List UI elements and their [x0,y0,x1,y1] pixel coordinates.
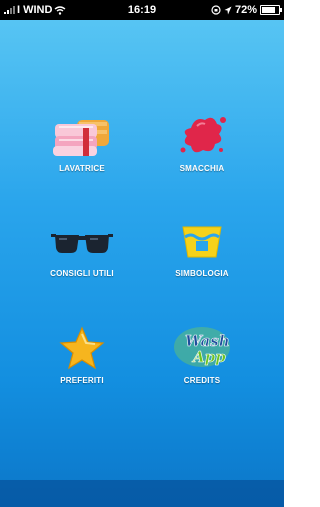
smacchia-label: SMACCHIA [179,164,225,173]
wash-tub-icon [182,226,222,258]
lavatrice-label: LAVATRICE [59,164,105,173]
menu-item-preferiti[interactable]: PREFERITI [32,322,132,402]
menu-item-lavatrice[interactable]: LAVATRICE [32,110,132,190]
consigli-utili-label: CONSIGLI UTILI [50,269,114,278]
battery-percent: 72% [234,4,257,16]
glasses-icon [51,234,113,253]
stain-icon [180,117,226,153]
location-icon [224,6,232,14]
main-menu: LAVATRICE SMACCHIA CONSIGLI UTILI SIMBOL… [0,100,284,400]
battery-icon [260,5,282,15]
app-screen: I WIND 16:19 72% LAVATRICE SMACCHIA CONS… [0,0,284,507]
simbologia-label: SIMBOLOGIA [175,269,229,278]
status-bar: I WIND 16:19 72% [0,0,284,20]
lock-rotation-icon [211,5,221,15]
menu-item-simbologia[interactable]: SIMBOLOGIA [152,215,252,295]
washapp-logo: Wash App [174,327,230,367]
star-icon [59,326,105,370]
menu-item-credits[interactable]: Wash App CREDITS [152,322,252,402]
bottom-bar [0,480,284,507]
towels-icon [53,120,109,156]
status-right: 72% [211,4,282,16]
menu-item-smacchia[interactable]: SMACCHIA [152,110,252,190]
svg-text:App: App [191,348,226,366]
menu-item-consigli-utili[interactable]: CONSIGLI UTILI [32,215,132,295]
credits-label: CREDITS [183,376,221,385]
preferiti-label: PREFERITI [60,376,104,385]
